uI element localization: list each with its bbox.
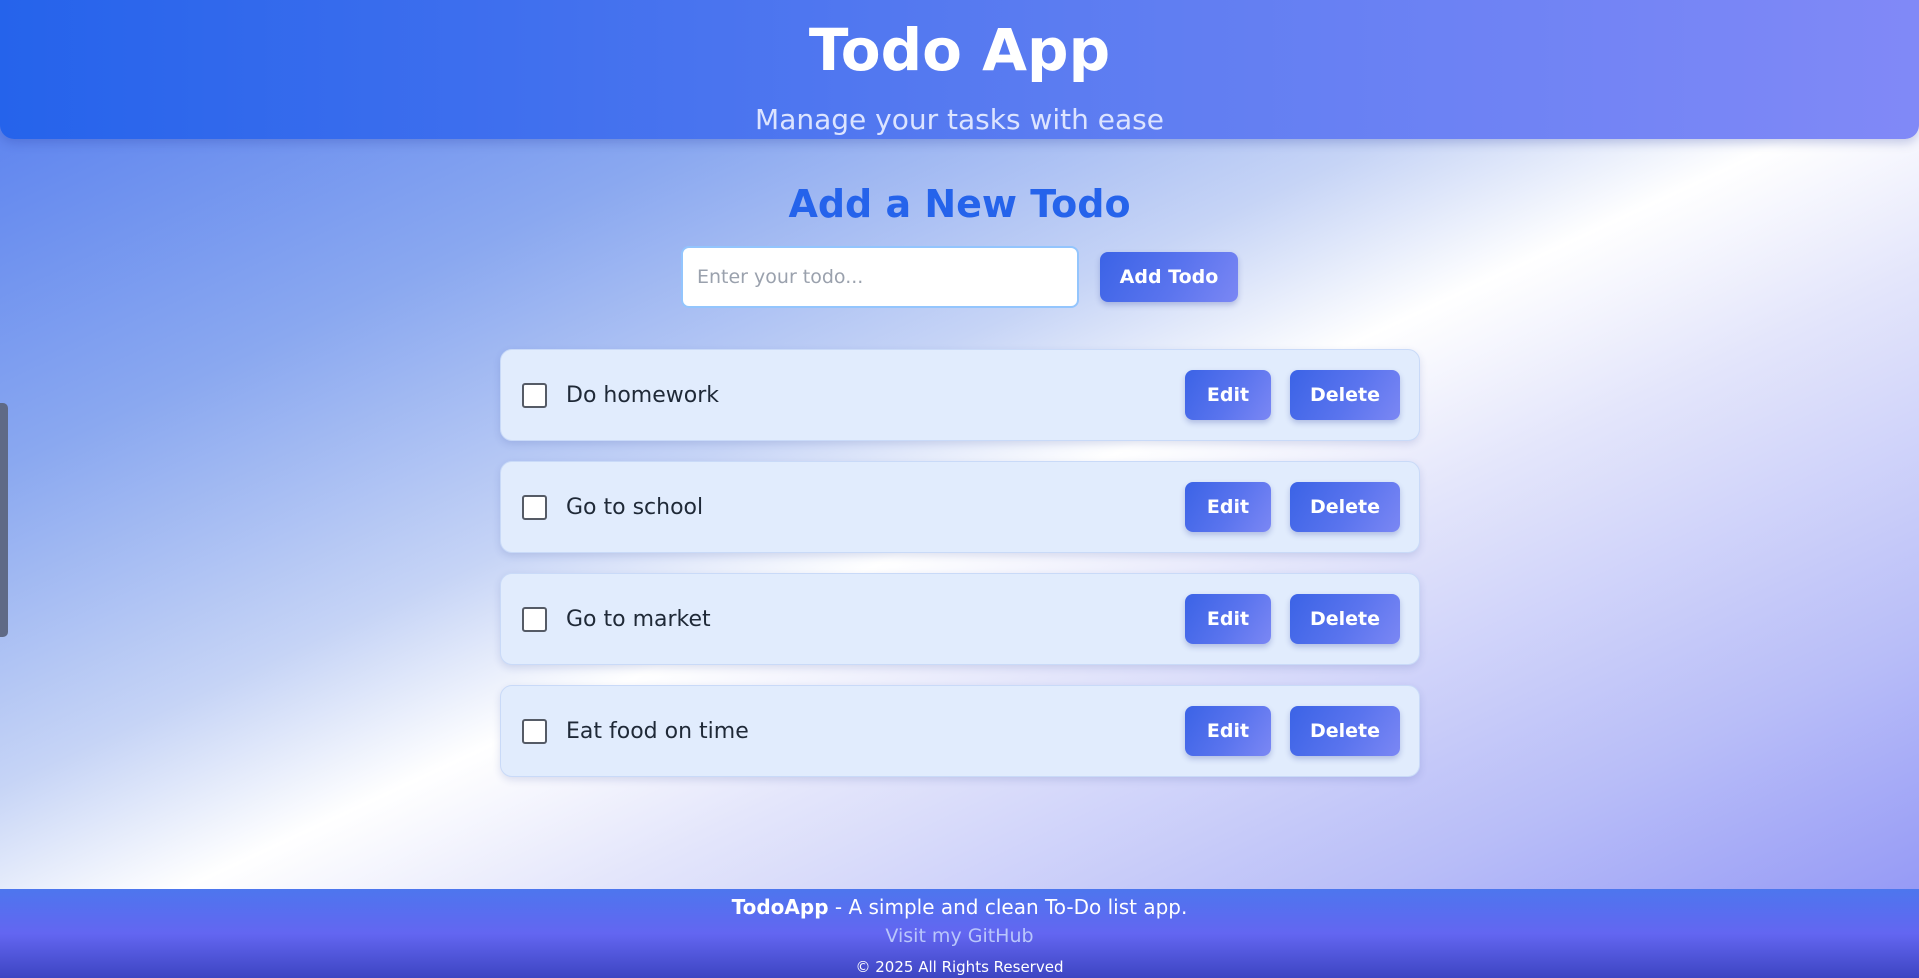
edit-button[interactable]: Edit xyxy=(1185,482,1271,532)
edit-button[interactable]: Edit xyxy=(1185,370,1271,420)
app-subtitle: Manage your tasks with ease xyxy=(755,103,1164,136)
app-footer: TodoApp - A simple and clean To-Do list … xyxy=(0,889,1919,978)
delete-button[interactable]: Delete xyxy=(1290,706,1400,756)
todo-checkbox[interactable] xyxy=(522,719,547,744)
todo-text: Go to market xyxy=(566,607,711,632)
side-panel-handle[interactable] xyxy=(0,403,8,637)
footer-brand: TodoApp xyxy=(731,895,829,919)
todo-checkbox[interactable] xyxy=(522,607,547,632)
footer-description: TodoApp - A simple and clean To-Do list … xyxy=(0,893,1919,921)
edit-button[interactable]: Edit xyxy=(1185,706,1271,756)
app-header: Todo App Manage your tasks with ease xyxy=(0,0,1919,139)
todo-item: Eat food on time Edit Delete xyxy=(500,685,1420,777)
add-todo-button[interactable]: Add Todo xyxy=(1100,252,1238,302)
todo-input[interactable] xyxy=(681,246,1079,308)
edit-button[interactable]: Edit xyxy=(1185,594,1271,644)
todo-checkbox[interactable] xyxy=(522,383,547,408)
add-todo-heading: Add a New Todo xyxy=(788,182,1131,226)
todo-item: Go to market Edit Delete xyxy=(500,573,1420,665)
delete-button[interactable]: Delete xyxy=(1290,594,1400,644)
app-title: Todo App xyxy=(808,16,1111,84)
github-link[interactable]: Visit my GitHub xyxy=(0,923,1919,949)
delete-button[interactable]: Delete xyxy=(1290,370,1400,420)
todo-checkbox[interactable] xyxy=(522,495,547,520)
todo-list: Do homework Edit Delete Go to school Edi… xyxy=(500,349,1420,797)
delete-button[interactable]: Delete xyxy=(1290,482,1400,532)
todo-item: Do homework Edit Delete xyxy=(500,349,1420,441)
footer-copyright: © 2025 All Rights Reserved xyxy=(855,958,1064,976)
todo-item: Go to school Edit Delete xyxy=(500,461,1420,553)
todo-text: Eat food on time xyxy=(566,719,749,744)
todo-text: Do homework xyxy=(566,383,720,408)
footer-tagline: - A simple and clean To-Do list app. xyxy=(828,895,1188,919)
todo-text: Go to school xyxy=(566,495,704,520)
